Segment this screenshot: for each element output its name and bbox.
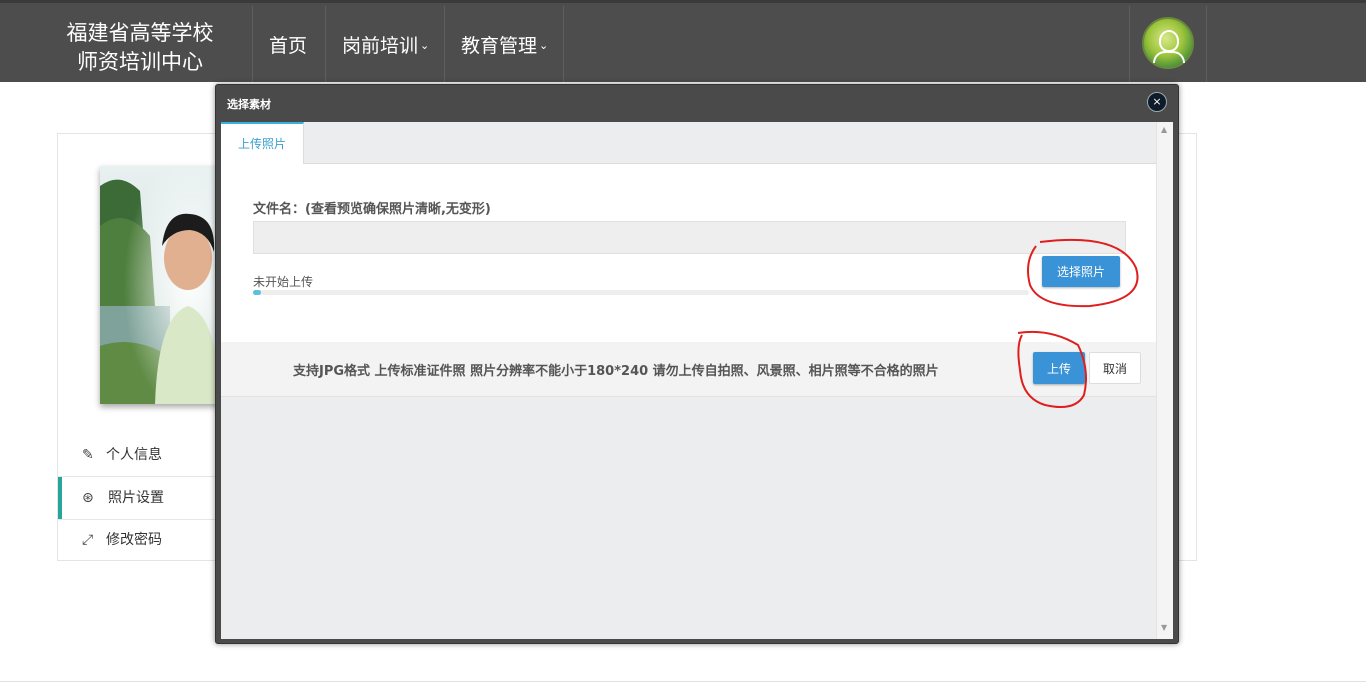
tab-bar: 上传照片 [221,122,1156,165]
sidebar-item-label: 个人信息 [106,447,162,463]
file-name-label: 文件名：(查看预览确保照片清晰,无变形) [253,202,491,217]
upload-panel: 文件名：(查看预览确保照片清晰,无变形) 未开始上传 选择照片 [221,164,1156,342]
select-material-dialog: 选择素材 × 上传照片 文件名：(查看预览确保照片清晰,无变形) 未开始上传 选… [215,84,1179,644]
chevron-down-icon: ⌄ [420,39,430,52]
dialog-action-bar: 支持JPG格式 上传标准证件照 照片分辨率不能小于180*240 请勿上传自拍照… [221,342,1156,397]
nav-divider [1129,6,1130,82]
close-icon[interactable]: × [1147,92,1167,112]
file-name-field[interactable] [253,221,1126,254]
chevron-down-icon: ⌄ [539,39,549,52]
nav-item-education-management[interactable]: 教育管理 ⌄ [461,31,548,58]
nav-item-label: 岗前培训 [342,35,419,57]
sidebar-item-change-password[interactable]: ⤢ 修改密码 [58,519,218,561]
wand-icon: ✎ [82,447,94,463]
nav-divider [444,6,445,82]
dialog-scrollbar[interactable]: ▲ ▼ [1156,122,1173,639]
upload-button[interactable]: 上传 [1033,352,1085,384]
brand-line-2: 师资培训中心 [77,50,203,74]
site-brand[interactable]: 福建省高等学校 师资培训中心 [52,19,228,77]
avatar-shoulder-shape [1153,51,1185,63]
upload-progress-fill [253,290,261,295]
sidebar-item-label: 照片设置 [108,490,164,506]
dialog-body: 上传照片 文件名：(查看预览确保照片清晰,无变形) 未开始上传 选择照片 支持J… [221,122,1173,639]
nav-item-home[interactable]: 首页 [269,31,307,58]
upload-requirements-hint: 支持JPG格式 上传标准证件照 照片分辨率不能小于180*240 请勿上传自拍照… [293,364,939,379]
sidebar-item-personal-info[interactable]: ✎ 个人信息 [58,434,218,476]
nav-item-label: 首页 [269,35,308,57]
top-navbar: 福建省高等学校 师资培训中心 首页 岗前培训 ⌄ 教育管理 ⌄ [0,0,1366,82]
nav-item-label: 教育管理 [461,35,538,57]
nav-divider [325,6,326,82]
sidebar-item-photo-settings[interactable]: ⊛ 照片设置 [58,477,218,519]
sidebar-item-label: 修改密码 [106,532,162,548]
scroll-down-icon[interactable]: ▼ [1161,623,1167,632]
tab-upload-photo[interactable]: 上传照片 [221,122,304,165]
dialog-title: 选择素材 [227,98,271,111]
expand-icon: ⤢ [82,532,94,548]
upload-progress-bar [253,290,1029,295]
user-avatar-icon[interactable] [1142,17,1194,69]
profile-photo [100,166,220,404]
nav-divider [563,6,564,82]
footer-divider [0,681,1366,682]
avatar-head-shape [1159,30,1179,52]
upload-status: 未开始上传 [253,275,314,289]
lifebuoy-icon: ⊛ [82,490,94,506]
nav-divider [252,6,253,82]
scroll-up-icon[interactable]: ▲ [1161,125,1167,134]
nav-item-preservice-training[interactable]: 岗前培训 ⌄ [342,31,429,58]
nav-divider [1206,6,1207,82]
choose-photo-button[interactable]: 选择照片 [1042,256,1120,287]
brand-line-1: 福建省高等学校 [66,21,214,45]
cancel-button[interactable]: 取消 [1089,352,1141,384]
